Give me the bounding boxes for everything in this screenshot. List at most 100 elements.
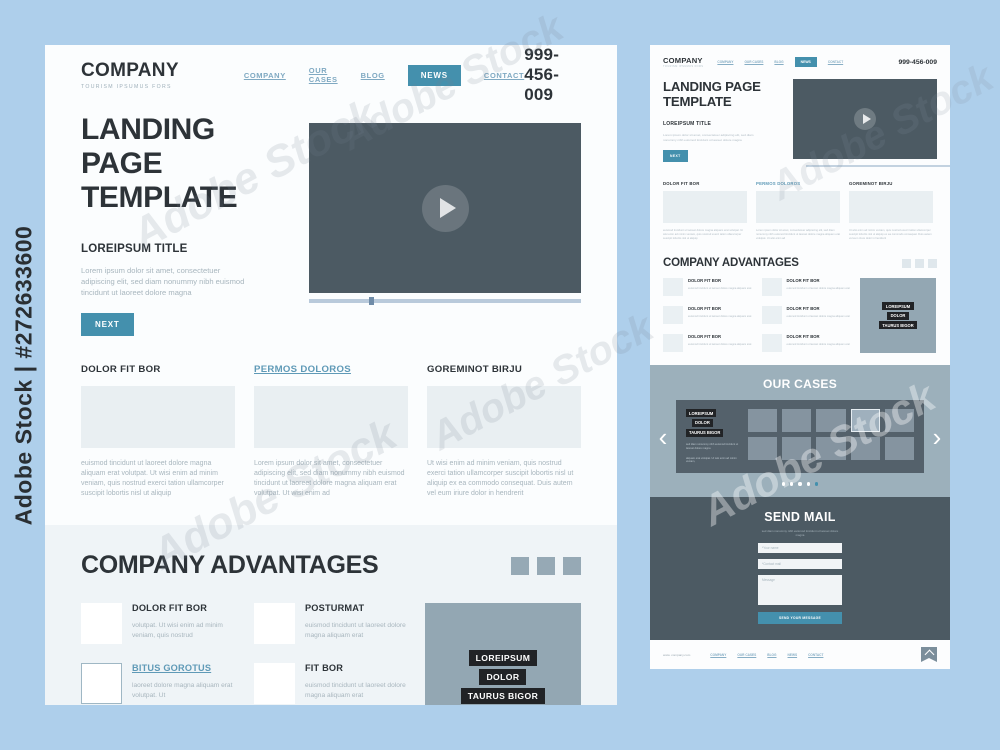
column-body: Lorem ipsum dolor sit amet, consectetuer… <box>254 460 405 497</box>
case-thumbnail[interactable] <box>884 437 914 461</box>
column-body: euismod tincidunt ut laoreet dolore magn… <box>81 460 224 497</box>
mini-video-canvas[interactable] <box>793 79 937 159</box>
play-icon[interactable] <box>854 108 876 130</box>
mini-advantage-item: DOLOR FIT BOR euismod tincidunt ut laore… <box>663 278 755 298</box>
cases-info: LOREIPSUM DOLOR TAURUS BIGOR sed diam no… <box>686 409 739 464</box>
next-button[interactable]: NEXT <box>81 313 134 336</box>
advantages-title: COMPANY ADVANTAGES <box>81 551 379 579</box>
mini-logo-name: COMPANY <box>663 56 703 65</box>
mini-hero-subtitle: LOREIPSUM TITLE <box>663 121 711 127</box>
mini-advantage-body: euismod tincidunt ut laoreet dolore magn… <box>688 342 752 346</box>
column-image-placeholder <box>254 386 408 448</box>
mini-promo-line-1: LOREIPSUM <box>882 302 914 311</box>
chevron-left-icon[interactable]: ‹ <box>650 424 676 450</box>
advantage-icon <box>253 603 295 644</box>
nav-item-our-cases[interactable]: OUR CASES <box>309 66 338 84</box>
mini-video-progress-bar[interactable] <box>806 165 950 168</box>
advantage-item: POSTURMAT euismod tincidunt ut laoreet d… <box>253 603 413 644</box>
video-progress-bar[interactable] <box>309 297 581 305</box>
advantage-body: volutpat. Ut wisi enim ad minim veniam, … <box>132 622 223 639</box>
nav-item-blog[interactable]: BLOG <box>361 71 385 80</box>
mini-header-phone-number[interactable]: 999-456-009 <box>898 59 937 66</box>
logo-tagline: TOURISM IPSUMUS FORS <box>81 84 172 90</box>
header-phone-number[interactable]: 999-456-009 <box>524 45 581 105</box>
cases-promo-line-1: LOREIPSUM <box>686 409 717 418</box>
mini-advantages-square-decor <box>902 258 937 268</box>
advantages-square-decor <box>511 556 581 575</box>
case-thumbnail[interactable] <box>850 437 880 461</box>
case-thumbnail[interactable] <box>816 409 846 433</box>
carousel-dot-active[interactable] <box>815 482 819 486</box>
carousel-dot[interactable] <box>798 482 802 486</box>
mini-column-card: DOLOR FIT BOR euismod tincidunt ut laore… <box>663 181 747 241</box>
email-field[interactable]: *Contact mail <box>758 559 842 570</box>
advantage-heading-link[interactable]: BITUS GOROTUS <box>132 663 240 673</box>
cases-promo-line-2: DOLOR <box>692 418 713 428</box>
mini-column-image-placeholder <box>663 191 747 224</box>
video-canvas[interactable] <box>309 123 581 293</box>
footer-link-news[interactable]: NEWS <box>788 653 798 657</box>
case-thumbnail[interactable] <box>782 409 812 433</box>
nav-item-company[interactable]: COMPANY <box>244 71 286 80</box>
mini-column-card: GOREMINOT BIRJU Ut wisi enim ad minim ve… <box>849 181 933 241</box>
advantage-body: euismod tincidunt ut laoreet dolore magn… <box>304 682 406 699</box>
message-field[interactable]: Message <box>758 575 842 606</box>
advantage-icon <box>663 278 683 297</box>
stock-watermark-vertical: Adobe Stock | #272633600 <box>10 225 37 525</box>
landing-page-full-mockup: COMPANY TOURISM IPSUMUS FORS COMPANY OUR… <box>650 45 950 705</box>
mini-logo[interactable]: COMPANY TOURISM IPSUMUS FORS <box>663 56 703 68</box>
column-heading: GOREMINOT BIRJU <box>427 364 523 375</box>
nav-item-contact[interactable]: CONTACT <box>484 71 524 80</box>
video-progress-handle[interactable] <box>368 297 374 305</box>
case-thumbnail[interactable] <box>748 409 778 433</box>
mini-promo-line-2: DOLOR <box>887 311 909 320</box>
mini-next-button[interactable]: NEXT <box>663 150 688 163</box>
send-message-button[interactable]: SEND YOUR MESSAGE <box>758 612 842 625</box>
column-heading-link[interactable]: PERMOS DOLOROS <box>254 364 408 375</box>
case-thumbnail[interactable] <box>816 437 846 461</box>
footer-link-our-cases[interactable]: OUR CASES <box>737 653 756 657</box>
play-icon[interactable] <box>421 184 469 232</box>
nav-item-news[interactable]: NEWS <box>407 64 461 86</box>
back-to-top-icon[interactable] <box>921 647 937 663</box>
mini-nav-item-news[interactable]: NEWS <box>794 57 817 67</box>
cases-carousel: ‹ LOREIPSUM DOLOR TAURUS BIGOR sed diam … <box>650 400 950 474</box>
company-advantages-section: COMPANY ADVANTAGES DOLOR FIT BOR volutpa… <box>45 525 617 705</box>
carousel-dot[interactable] <box>781 482 785 486</box>
send-mail-section: SEND MAIL sed diam nonummy nibh euismod … <box>650 496 950 641</box>
column-image-placeholder <box>81 386 235 448</box>
advantage-icon <box>761 333 782 352</box>
mini-column-heading: DOLOR FIT BOR <box>663 181 700 187</box>
mini-hero-video-player[interactable] <box>783 79 937 162</box>
cases-panel: LOREIPSUM DOLOR TAURUS BIGOR sed diam no… <box>676 400 924 474</box>
case-thumbnail[interactable] <box>782 437 812 461</box>
mini-nav-item-company[interactable]: COMPANY <box>717 60 733 64</box>
footer-link-company[interactable]: COMPANY <box>710 653 726 657</box>
chevron-right-icon[interactable]: › <box>924 424 950 450</box>
carousel-dot[interactable] <box>806 482 811 486</box>
footer-link-blog[interactable]: BLOG <box>767 653 776 657</box>
mini-advantages-header: COMPANY ADVANTAGES <box>663 257 937 269</box>
column-heading: DOLOR FIT BOR <box>81 364 161 375</box>
logo-name: COMPANY <box>81 60 179 81</box>
mini-advantage-heading: DOLOR FIT BOR <box>688 305 722 311</box>
advantage-icon <box>761 278 782 297</box>
case-thumbnail[interactable] <box>748 437 778 461</box>
case-thumbnail-selected[interactable] <box>850 409 880 433</box>
mini-hero-row: LANDING PAGE TEMPLATE LOREIPSUM TITLE Lo… <box>663 79 937 163</box>
footer-link-contact[interactable]: CONTACT <box>808 653 823 657</box>
mini-nav-item-contact[interactable]: CONTACT <box>828 60 843 64</box>
mini-column-heading-link[interactable]: PERMOS DOLOROS <box>756 181 840 186</box>
case-thumbnail[interactable] <box>884 409 914 433</box>
advantage-body: euismod tincidunt ut laoreet dolore magn… <box>304 622 406 639</box>
three-column-section: DOLOR FIT BOR euismod tincidunt ut laore… <box>45 336 617 525</box>
logo[interactable]: COMPANY TOURISM IPSUMUS FORS <box>81 60 179 90</box>
promo-banner: LOREIPSUM DOLOR TAURUS BIGOR <box>424 603 581 705</box>
advantage-icon <box>253 663 295 704</box>
mini-nav-item-our-cases[interactable]: OUR CASES <box>744 60 763 64</box>
name-field[interactable]: *Your name <box>758 543 842 554</box>
mini-nav-item-blog[interactable]: BLOG <box>774 60 783 64</box>
mini-column-heading: GOREMINOT BIRJU <box>849 181 893 187</box>
hero-video-player[interactable] <box>309 123 581 336</box>
carousel-dot[interactable] <box>789 482 794 486</box>
